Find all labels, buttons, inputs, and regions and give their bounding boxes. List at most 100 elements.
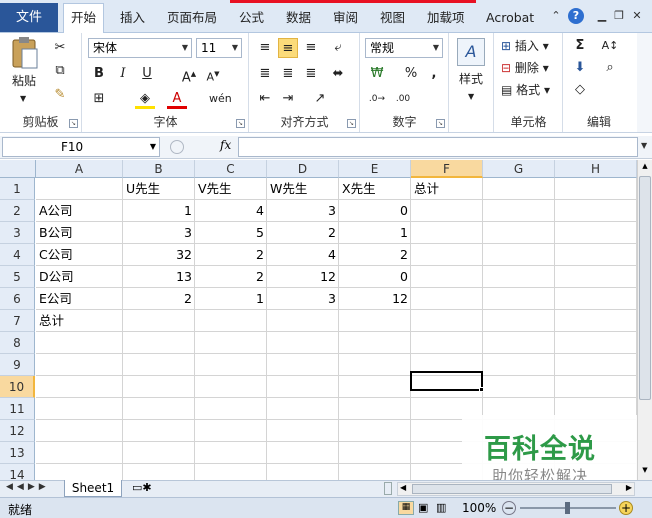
row-header-11[interactable]: 11 bbox=[0, 398, 35, 420]
tab-insert[interactable]: 插入 bbox=[118, 8, 147, 32]
zoom-out-icon[interactable]: − bbox=[502, 501, 516, 515]
underline-icon[interactable]: U bbox=[137, 64, 157, 84]
cell-e5[interactable]: 0 bbox=[339, 266, 411, 288]
merge-center-icon[interactable]: ⬌ bbox=[328, 64, 348, 84]
accounting-format-icon[interactable]: ₩ bbox=[367, 64, 387, 84]
insert-function-button[interactable]: fx bbox=[220, 138, 231, 152]
paste-label[interactable]: 粘贴 bbox=[12, 71, 36, 91]
cell-a2[interactable]: A公司 bbox=[36, 200, 123, 222]
formula-input[interactable] bbox=[238, 137, 638, 157]
tab-data[interactable]: 数据 bbox=[284, 8, 313, 32]
orientation-icon[interactable]: ↗ bbox=[310, 89, 330, 109]
cell-a3[interactable]: B公司 bbox=[36, 222, 123, 244]
cell-a7[interactable]: 总计 bbox=[36, 310, 123, 332]
zoom-in-icon[interactable]: + bbox=[619, 501, 633, 515]
cell-d6[interactable]: 3 bbox=[267, 288, 339, 310]
column-header-a[interactable]: A bbox=[36, 160, 123, 178]
bold-icon[interactable]: B bbox=[89, 64, 109, 84]
row-header-9[interactable]: 9 bbox=[0, 354, 35, 376]
borders-icon[interactable]: ⊞ bbox=[89, 89, 109, 109]
name-box-dropdown-icon[interactable]: ▼ bbox=[150, 138, 156, 156]
cell-c3[interactable]: 5 bbox=[195, 222, 267, 244]
wrap-text-icon[interactable]: ⤶ bbox=[328, 38, 348, 58]
comma-style-button[interactable]: , bbox=[424, 64, 444, 84]
clear-icon[interactable]: ◇ bbox=[570, 80, 590, 100]
cell-e6[interactable]: 12 bbox=[339, 288, 411, 310]
horizontal-scroll-thumb[interactable] bbox=[412, 484, 612, 494]
font-color-icon[interactable]: A bbox=[167, 89, 187, 109]
align-top-icon[interactable]: ≡ bbox=[255, 38, 275, 58]
sheet-tab-sheet1[interactable]: Sheet1 bbox=[64, 480, 122, 497]
column-header-b[interactable]: B bbox=[123, 160, 195, 178]
column-header-f[interactable]: F bbox=[411, 160, 483, 178]
cut-icon[interactable]: ✂ bbox=[50, 38, 70, 58]
cell-b2[interactable]: 1 bbox=[123, 200, 195, 222]
cell-b5[interactable]: 13 bbox=[123, 266, 195, 288]
align-left-icon[interactable]: ≣ bbox=[255, 64, 275, 84]
tab-file[interactable]: 文件 bbox=[0, 3, 58, 32]
phonetic-icon[interactable]: wén bbox=[209, 89, 232, 109]
sheet-nav-arrows-icon[interactable]: ◀◀▶▶ bbox=[6, 482, 50, 492]
styles-button[interactable]: 样式 bbox=[459, 69, 483, 89]
cell-b1[interactable]: U先生 bbox=[123, 178, 195, 200]
zoom-slider-thumb[interactable] bbox=[565, 502, 570, 514]
tab-formulas[interactable]: 公式 bbox=[237, 8, 266, 32]
cell-e1[interactable]: X先生 bbox=[339, 178, 411, 200]
font-size-select[interactable]: 11 ▼ bbox=[196, 38, 242, 58]
insert-cells-button[interactable]: ⊞ 插入 ▾ bbox=[501, 36, 549, 56]
delete-cells-button[interactable]: ⊟ 删除 ▾ bbox=[501, 58, 549, 78]
tab-review[interactable]: 审阅 bbox=[331, 8, 360, 32]
number-launcher-icon[interactable]: ↘ bbox=[436, 119, 445, 128]
shrink-font-icon[interactable]: A▼ bbox=[203, 64, 223, 84]
page-break-view-icon[interactable]: ▥ bbox=[436, 501, 446, 514]
cell-c4[interactable]: 2 bbox=[195, 244, 267, 266]
fill-icon[interactable]: ⬇ bbox=[570, 58, 590, 78]
paste-button[interactable] bbox=[10, 37, 40, 71]
active-cell-outline[interactable] bbox=[410, 371, 483, 391]
column-header-c[interactable]: C bbox=[195, 160, 267, 178]
vertical-scrollbar[interactable]: ▲ ▼ bbox=[637, 160, 652, 480]
scroll-right-icon[interactable]: ▶ bbox=[626, 483, 632, 492]
tab-acrobat[interactable]: Acrobat bbox=[484, 8, 536, 32]
decrease-decimal-icon[interactable]: .00 bbox=[393, 89, 413, 109]
cell-b3[interactable]: 3 bbox=[123, 222, 195, 244]
styles-icon[interactable]: A bbox=[457, 38, 485, 66]
help-icon[interactable]: ? bbox=[568, 8, 584, 24]
tab-view[interactable]: 视图 bbox=[378, 8, 407, 32]
insert-sheet-icon[interactable]: ▭✱ bbox=[132, 481, 152, 494]
font-name-select[interactable]: 宋体 ▼ bbox=[88, 38, 192, 58]
cell-e3[interactable]: 1 bbox=[339, 222, 411, 244]
cell-a5[interactable]: D公司 bbox=[36, 266, 123, 288]
format-painter-icon[interactable]: ✎ bbox=[50, 85, 70, 105]
row-header-13[interactable]: 13 bbox=[0, 442, 35, 464]
clipboard-launcher-icon[interactable]: ↘ bbox=[69, 119, 78, 128]
sort-filter-icon[interactable]: A↕ bbox=[600, 36, 620, 56]
normal-view-icon[interactable]: ▦ bbox=[398, 501, 414, 515]
tab-split-handle[interactable] bbox=[384, 482, 392, 495]
cell-f1[interactable]: 总计 bbox=[411, 178, 483, 200]
select-all-corner[interactable] bbox=[0, 160, 36, 178]
cell-e2[interactable]: 0 bbox=[339, 200, 411, 222]
cell-b6[interactable]: 2 bbox=[123, 288, 195, 310]
tab-home[interactable]: 开始 bbox=[63, 3, 105, 33]
cell-d5[interactable]: 12 bbox=[267, 266, 339, 288]
row-header-3[interactable]: 3 bbox=[0, 222, 35, 244]
expand-formula-bar-icon[interactable]: ▼ bbox=[641, 141, 647, 150]
percent-style-button[interactable]: % bbox=[401, 64, 421, 84]
format-cells-button[interactable]: ▤ 格式 ▾ bbox=[501, 80, 550, 100]
zoom-level[interactable]: 100% bbox=[462, 501, 496, 515]
cell-c6[interactable]: 1 bbox=[195, 288, 267, 310]
cell-c5[interactable]: 2 bbox=[195, 266, 267, 288]
number-format-select[interactable]: 常规 ▼ bbox=[365, 38, 443, 58]
fill-color-icon[interactable]: ◈ bbox=[135, 89, 155, 109]
find-select-icon[interactable]: ⌕ bbox=[600, 58, 620, 78]
cell-e4[interactable]: 2 bbox=[339, 244, 411, 266]
vertical-scroll-thumb[interactable] bbox=[639, 176, 651, 400]
cell-a4[interactable]: C公司 bbox=[36, 244, 123, 266]
row-header-4[interactable]: 4 bbox=[0, 244, 35, 266]
cell-b4[interactable]: 32 bbox=[123, 244, 195, 266]
font-launcher-icon[interactable]: ↘ bbox=[236, 119, 245, 128]
horizontal-scrollbar[interactable]: ◀ ▶ bbox=[397, 482, 635, 496]
row-header-1[interactable]: 1 bbox=[0, 178, 35, 200]
italic-icon[interactable]: I bbox=[113, 64, 133, 84]
